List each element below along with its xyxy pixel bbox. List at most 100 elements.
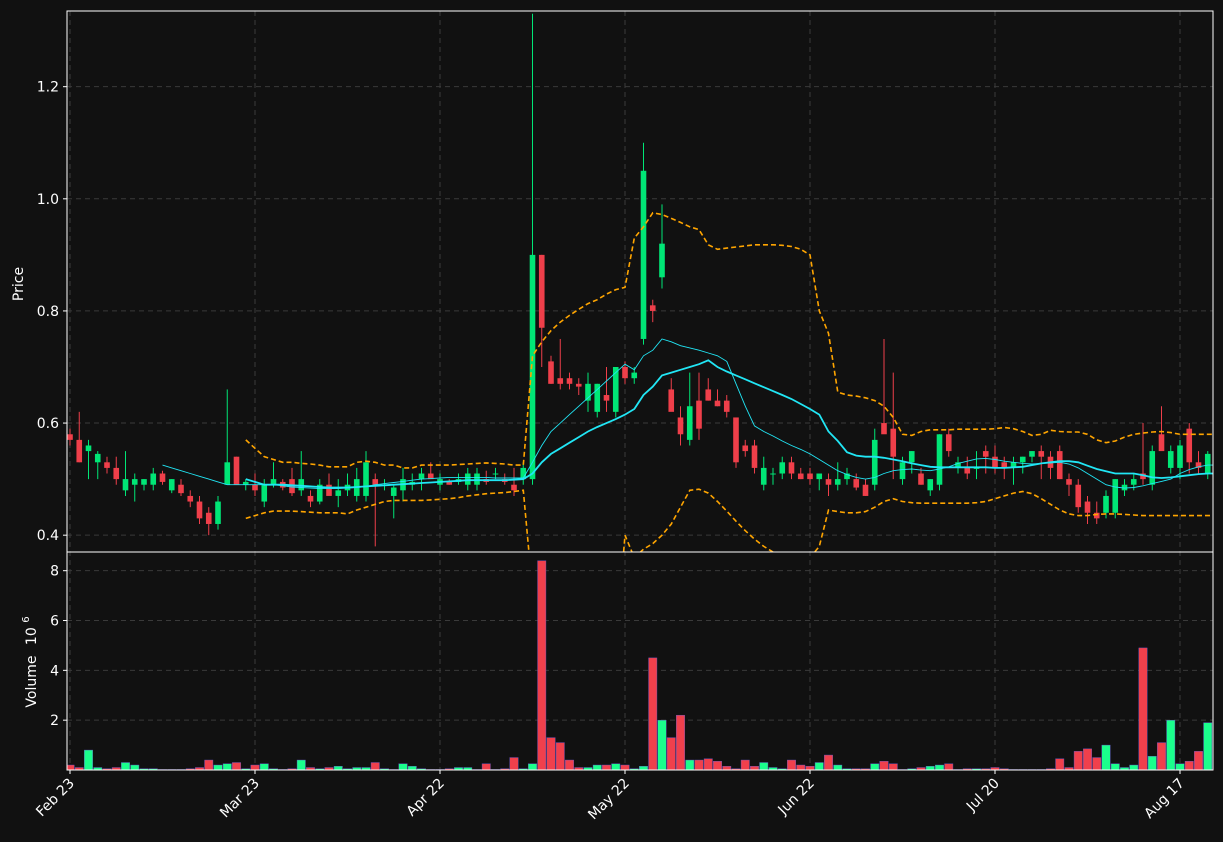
volume-bar bbox=[121, 762, 130, 770]
volume-bar bbox=[509, 757, 519, 770]
candle-body bbox=[964, 467, 971, 474]
candle-body bbox=[668, 389, 675, 412]
volume-bar bbox=[1184, 761, 1194, 770]
price-tick-label: 0.6 bbox=[37, 416, 59, 432]
candle-body bbox=[1019, 456, 1026, 463]
price-tick-label: 0.8 bbox=[37, 304, 59, 320]
candle-body bbox=[760, 467, 767, 485]
candle-body bbox=[899, 462, 906, 480]
volume-bar bbox=[130, 764, 140, 770]
candle-body bbox=[94, 453, 101, 463]
volume-tick-label: 6 bbox=[50, 614, 59, 630]
candle-body bbox=[76, 439, 83, 463]
volume-bar bbox=[1110, 763, 1120, 770]
volume-bar bbox=[694, 759, 704, 770]
candle-body bbox=[890, 428, 897, 457]
volume-bar bbox=[870, 763, 880, 770]
volume-bar bbox=[740, 759, 750, 770]
candle-body bbox=[862, 484, 869, 496]
price-axis-label: Price bbox=[11, 267, 27, 301]
volume-bar bbox=[750, 766, 759, 770]
candle-body bbox=[298, 479, 305, 491]
candle-body bbox=[1112, 479, 1119, 513]
candle-body bbox=[705, 389, 712, 401]
candle-body bbox=[714, 400, 721, 407]
candle-body bbox=[807, 473, 813, 480]
candle-body bbox=[104, 462, 110, 468]
candle-body bbox=[1038, 451, 1045, 457]
volume-bar bbox=[528, 763, 537, 770]
volume-bar bbox=[676, 714, 685, 770]
candle-body bbox=[677, 417, 684, 435]
candle-body bbox=[390, 487, 397, 496]
candle-body bbox=[492, 473, 499, 475]
candle-body bbox=[187, 495, 194, 502]
candle-body bbox=[205, 512, 212, 524]
volume-bar bbox=[565, 759, 574, 770]
candle-body bbox=[1103, 495, 1109, 513]
volume-bar bbox=[796, 764, 806, 770]
candle-body bbox=[631, 372, 638, 379]
candle-body bbox=[575, 383, 582, 387]
candle-body bbox=[196, 501, 203, 519]
candle-body bbox=[1066, 479, 1072, 485]
candle-body bbox=[603, 395, 610, 401]
candle-body bbox=[372, 479, 379, 485]
candle-body bbox=[797, 473, 804, 480]
candle-body bbox=[150, 473, 157, 485]
volume-bar bbox=[1166, 719, 1176, 770]
candle-body bbox=[224, 462, 231, 485]
volume-tick-label: 8 bbox=[50, 564, 59, 580]
candle-body bbox=[557, 378, 564, 384]
volume-bar bbox=[1175, 763, 1185, 770]
candle-body bbox=[992, 456, 998, 468]
candle-body bbox=[770, 473, 776, 475]
volume-bar bbox=[333, 766, 343, 770]
volume-bar bbox=[713, 761, 722, 770]
candle-body bbox=[418, 473, 425, 480]
candle-body bbox=[1204, 453, 1211, 474]
candle-body bbox=[1158, 434, 1165, 452]
candle-body bbox=[945, 434, 952, 452]
volume-bar bbox=[537, 560, 547, 770]
volume-bar bbox=[1203, 722, 1213, 770]
volume-bar bbox=[944, 763, 954, 770]
candle-body bbox=[622, 366, 628, 379]
candle-body bbox=[122, 479, 129, 491]
volume-axis-label-exponent: 10 bbox=[24, 627, 40, 645]
volume-bar bbox=[703, 758, 713, 770]
price-tick-label: 1.0 bbox=[37, 192, 59, 208]
volume-bar bbox=[546, 737, 556, 770]
volume-bar bbox=[555, 742, 565, 770]
candle-body bbox=[1093, 512, 1100, 519]
volume-bar bbox=[1157, 742, 1166, 770]
candle-body bbox=[131, 479, 138, 485]
candle-body bbox=[1084, 501, 1091, 513]
candle-body bbox=[529, 254, 536, 480]
candle-body bbox=[1177, 445, 1183, 468]
volume-bar bbox=[620, 764, 630, 770]
volume-bar bbox=[666, 737, 676, 770]
candle-body bbox=[927, 479, 934, 491]
candlestick-chart: 0.40.60.81.01.22468Feb 23 Mar 23 Apr 22 May… bbox=[0, 0, 1223, 842]
candle-body bbox=[113, 467, 120, 480]
volume-axis-label-exponent-power: 6 bbox=[21, 616, 32, 622]
volume-bar bbox=[888, 763, 898, 770]
candle-body bbox=[326, 484, 332, 496]
volume-tick-label: 4 bbox=[50, 663, 59, 679]
candle-body bbox=[474, 473, 480, 485]
volume-bar bbox=[1194, 751, 1203, 770]
candle-body bbox=[215, 501, 221, 524]
volume-bar bbox=[213, 764, 223, 770]
candle-body bbox=[612, 366, 619, 412]
candle-body bbox=[825, 479, 832, 485]
candle-body bbox=[733, 417, 739, 463]
candle-body bbox=[363, 462, 369, 496]
candle-body bbox=[464, 473, 471, 485]
candle-body bbox=[982, 451, 989, 457]
volume-bar bbox=[685, 759, 695, 770]
volume-bar bbox=[222, 763, 232, 770]
candle-body bbox=[742, 445, 749, 452]
volume-bar bbox=[833, 764, 843, 770]
candle-body bbox=[233, 456, 240, 485]
